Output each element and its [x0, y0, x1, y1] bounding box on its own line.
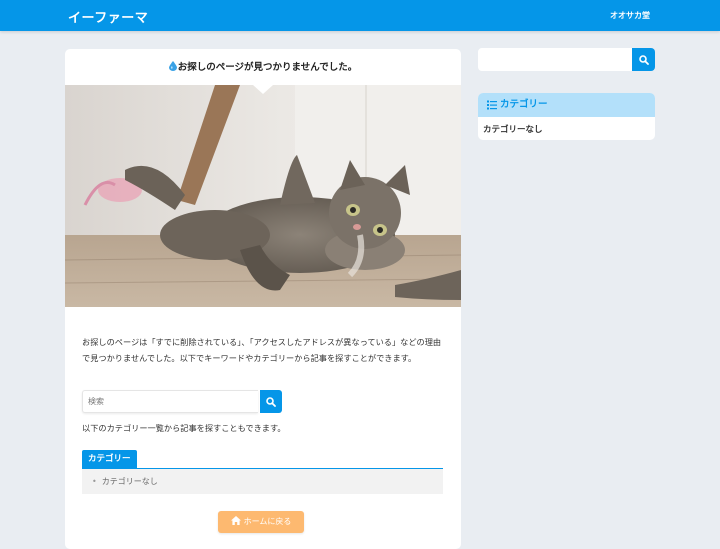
- main-search-button[interactable]: [260, 390, 282, 413]
- list-icon: [487, 100, 497, 110]
- site-title[interactable]: イーファーマ: [68, 7, 148, 26]
- main-content-card: お探しのページが見つかりませんでした。 お探しのページは「すでに削除されている」…: [65, 49, 461, 549]
- category-list-item[interactable]: カテゴリーなし: [92, 476, 158, 487]
- main-search-form: [82, 390, 282, 413]
- sidebar-category-title: カテゴリー: [500, 99, 548, 110]
- search-icon: [638, 54, 649, 65]
- category-list: カテゴリーなし: [82, 468, 443, 494]
- sidebar-category-widget: カテゴリー カテゴリーなし: [478, 93, 655, 140]
- image-notch: [253, 85, 273, 94]
- page-title-container: お探しのページが見つかりませんでした。: [65, 59, 461, 73]
- sidebar-search-form: [478, 48, 655, 71]
- sidebar-category-heading: カテゴリー: [478, 93, 655, 117]
- sidebar-category-item[interactable]: カテゴリーなし: [483, 123, 543, 135]
- home-button[interactable]: ホームに戻る: [218, 511, 304, 533]
- category-note: 以下のカテゴリー一覧から記事を探すこともできます。: [82, 423, 286, 433]
- sidebar-search-button[interactable]: [632, 48, 655, 71]
- page-title: お探しのページが見つかりませんでした。: [177, 62, 358, 73]
- home-button-label: ホームに戻る: [243, 517, 292, 526]
- nav-link-osakado[interactable]: オオサカ堂: [610, 10, 650, 21]
- hero-image-cat: [65, 85, 461, 307]
- intro-text: お探しのページは「すでに削除されている」、「アクセスしたアドレスが異なっている」…: [82, 337, 442, 363]
- home-icon: [230, 516, 241, 525]
- search-icon: [266, 396, 276, 407]
- water-drop-icon: [168, 61, 177, 71]
- main-search-input[interactable]: [82, 390, 258, 413]
- sidebar-search-input[interactable]: [478, 48, 634, 71]
- site-header: イーファーマ オオサカ堂: [0, 0, 720, 31]
- category-label: カテゴリー: [82, 450, 137, 468]
